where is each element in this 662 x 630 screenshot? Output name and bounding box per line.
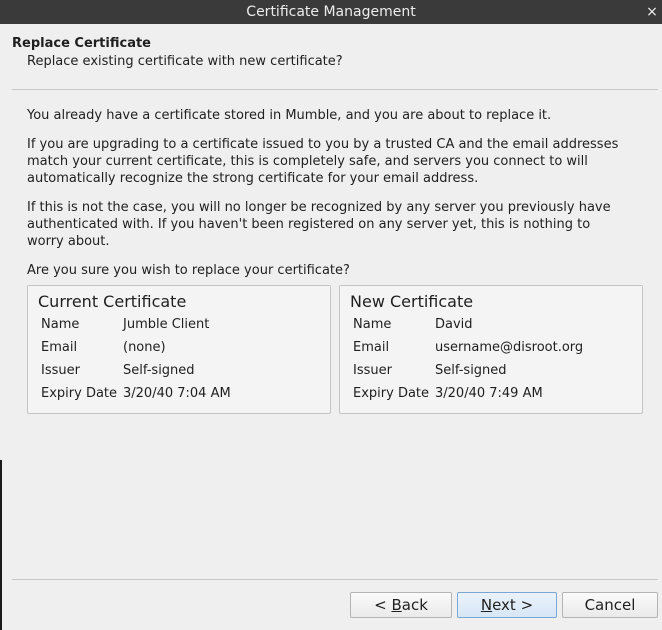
- field-label: Name: [353, 317, 392, 332]
- field-value: username@disroot.org: [435, 340, 584, 355]
- page-subtitle: Replace existing certificate with new ce…: [27, 54, 343, 69]
- next-button-mnemonic: N: [480, 596, 493, 614]
- header-divider: [12, 89, 658, 90]
- window-title: Certificate Management: [246, 4, 416, 20]
- field-value: 3/20/40 7:04 AM: [123, 386, 231, 401]
- next-button-suffix: ext >: [492, 596, 534, 614]
- certificate-management-dialog: Certificate Management × Replace Certifi…: [0, 0, 662, 630]
- field-label: Email: [353, 340, 390, 355]
- warning-paragraph: If this is not the case, you will no lon…: [27, 200, 611, 249]
- current-certificate-group: Current Certificate Name Jumble Client E…: [27, 285, 331, 414]
- title-bar[interactable]: Certificate Management ×: [0, 0, 662, 24]
- confirm-question: Are you sure you wish to replace your ce…: [27, 263, 350, 278]
- field-label: Expiry Date: [41, 386, 118, 401]
- current-certificate-title: Current Certificate: [38, 292, 187, 311]
- cancel-button[interactable]: Cancel: [562, 592, 658, 618]
- new-certificate-group: New Certificate Name David Email usernam…: [339, 285, 643, 414]
- field-value: Jumble Client: [123, 317, 210, 332]
- back-button[interactable]: < Back: [350, 592, 452, 618]
- intro-paragraph: You already have a certificate stored in…: [27, 108, 552, 123]
- field-label: Email: [41, 340, 78, 355]
- next-button[interactable]: Next >: [457, 592, 557, 618]
- back-button-suffix: ack: [401, 596, 428, 614]
- field-label: Name: [41, 317, 80, 332]
- field-label: Issuer: [41, 363, 80, 378]
- window-edge: [0, 460, 2, 630]
- field-value: Self-signed: [435, 363, 507, 378]
- field-value: David: [435, 317, 473, 332]
- back-button-mnemonic: B: [391, 596, 402, 614]
- field-value: (none): [123, 340, 166, 355]
- field-value: 3/20/40 7:49 AM: [435, 386, 543, 401]
- field-value: Self-signed: [123, 363, 195, 378]
- page-title: Replace Certificate: [12, 36, 151, 51]
- close-icon[interactable]: ×: [644, 0, 660, 24]
- new-certificate-title: New Certificate: [350, 292, 474, 311]
- field-label: Expiry Date: [353, 386, 430, 401]
- field-label: Issuer: [353, 363, 392, 378]
- back-button-prefix: <: [374, 596, 392, 614]
- footer-divider: [12, 579, 658, 580]
- upgrade-paragraph: If you are upgrading to a certificate is…: [27, 137, 619, 186]
